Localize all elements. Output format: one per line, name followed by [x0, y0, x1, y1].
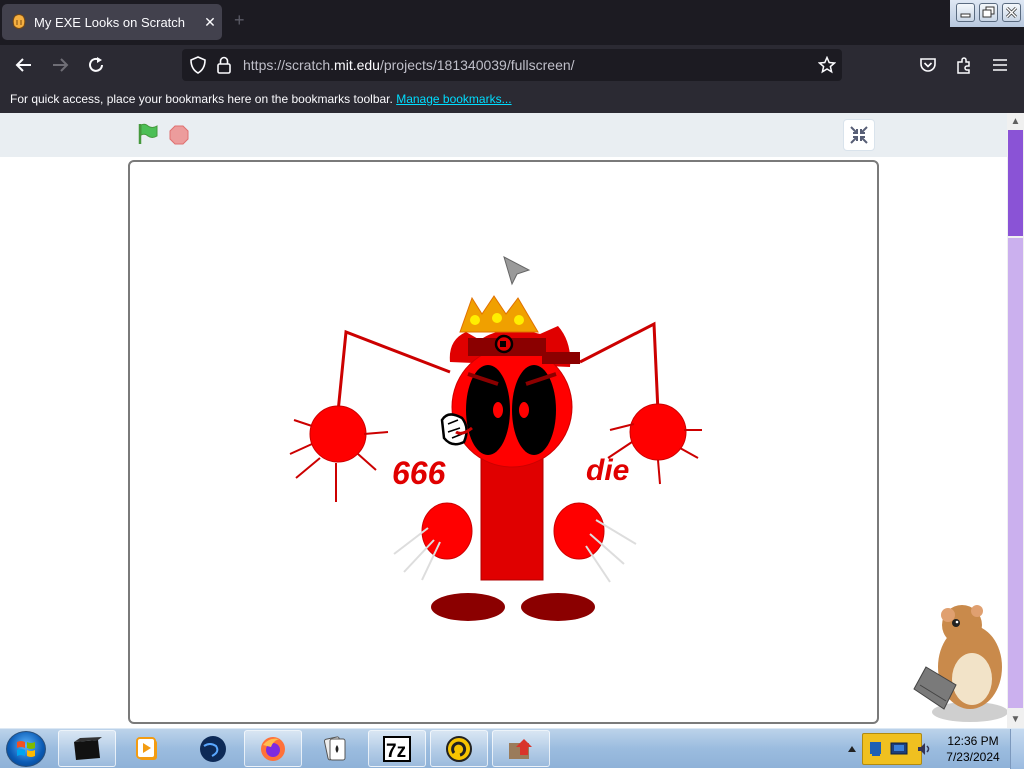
bookmark-star-icon[interactable] — [818, 56, 836, 74]
minimize-button[interactable] — [956, 3, 975, 22]
scratch-controls-bar — [0, 113, 1007, 157]
url-bar[interactable]: https://scratch.mit.edu/projects/1813400… — [182, 49, 842, 81]
media-player-icon — [136, 736, 157, 760]
clock-date: 7/23/2024 — [946, 750, 1000, 764]
firefox-icon — [261, 736, 285, 761]
scroll-down-arrow-icon[interactable]: ▼ — [1007, 711, 1024, 728]
left-foot — [431, 593, 505, 621]
svg-text:7z: 7z — [386, 741, 406, 762]
reload-button[interactable] — [84, 53, 108, 77]
start-button[interactable] — [6, 731, 46, 767]
tab-my-exe-looks[interactable]: My EXE Looks on Scratch ✕ — [2, 4, 222, 40]
exit-fullscreen-button[interactable] — [843, 119, 875, 151]
menu-button[interactable] — [988, 53, 1012, 77]
crown — [459, 295, 539, 333]
exit-fullscreen-icon — [850, 126, 868, 144]
pocket-button[interactable] — [916, 53, 940, 77]
close-window-icon — [1005, 6, 1018, 19]
show-desktop-button[interactable] — [1010, 729, 1024, 769]
network-icon[interactable] — [890, 741, 908, 757]
url-text: https://scratch.mit.edu/projects/1813400… — [243, 57, 575, 73]
bookmarks-toolbar: For quick access, place your bookmarks h… — [0, 85, 1024, 113]
taskbar-7zip[interactable]: 7z — [368, 730, 426, 767]
tab-strip: My EXE Looks on Scratch ✕ + — [0, 0, 1024, 45]
url-path: /projects/181340039/fullscreen/ — [379, 57, 575, 73]
green-flag-icon[interactable] — [137, 123, 159, 145]
manage-bookmarks-link[interactable]: Manage bookmarks... — [396, 92, 511, 106]
restore-button[interactable] — [979, 3, 998, 22]
installer-icon — [509, 738, 532, 759]
scratch-favicon-icon — [12, 14, 26, 29]
lucky-patcher-icon — [446, 735, 472, 762]
hamburger-menu-icon — [993, 59, 1007, 71]
stop-icon[interactable] — [169, 125, 189, 145]
taskbar-media-player[interactable] — [118, 730, 176, 767]
right-foot — [521, 593, 595, 621]
restore-icon — [982, 6, 995, 18]
scrollbar-track[interactable] — [1008, 238, 1023, 708]
tab-close-icon[interactable]: ✕ — [198, 14, 222, 31]
windows-logo-icon — [17, 741, 35, 757]
action-center-flag-icon[interactable] — [868, 741, 884, 757]
stage-text-666: 666 — [392, 455, 446, 491]
back-arrow-icon — [15, 58, 31, 72]
exe-character-artwork: 666 die — [289, 256, 702, 621]
url-domain: mit.edu — [334, 57, 380, 73]
taskbar-clock[interactable]: 12:36 PM 7/23/2024 — [938, 733, 1008, 765]
project-stage[interactable]: 666 die — [128, 160, 879, 724]
pocket-icon — [920, 58, 936, 72]
tab-title: My EXE Looks on Scratch — [34, 14, 186, 30]
forward-arrow-icon — [53, 58, 69, 72]
volume-icon[interactable] — [916, 741, 932, 757]
forward-button[interactable] — [48, 53, 72, 77]
globe-icon — [200, 735, 226, 762]
close-window-button[interactable] — [1002, 3, 1021, 22]
bookmarks-hint-text: For quick access, place your bookmarks h… — [10, 92, 393, 106]
taskbar-terminal[interactable] — [58, 730, 116, 767]
left-knee — [421, 502, 473, 560]
taskbar-globe[interactable] — [184, 730, 242, 767]
windows-taskbar: 7z 12:36 PM 7/23/2024 — [0, 728, 1024, 769]
terminal-icon — [74, 736, 102, 760]
stage-text-die: die — [586, 454, 629, 487]
page-scrollbar[interactable]: ▲ ▼ — [1007, 113, 1024, 728]
taskbar-installer[interactable] — [492, 730, 550, 767]
new-tab-button[interactable]: + — [234, 10, 245, 31]
hamster-desktop-pet[interactable] — [900, 597, 1007, 727]
minimize-icon — [960, 13, 971, 18]
cursor-sprite — [503, 256, 531, 286]
navigation-toolbar: https://scratch.mit.edu/projects/1813400… — [0, 45, 1024, 85]
taskbar-solitaire[interactable] — [306, 730, 364, 767]
extensions-button[interactable] — [952, 53, 976, 77]
seven-zip-icon: 7z — [383, 735, 411, 762]
lock-icon[interactable] — [216, 56, 232, 74]
puzzle-icon — [957, 57, 970, 74]
url-prefix: https://scratch. — [243, 57, 335, 73]
back-button[interactable] — [12, 53, 36, 77]
bookmarks-message: For quick access, place your bookmarks h… — [10, 92, 512, 106]
clock-time: 12:36 PM — [947, 734, 999, 748]
playing-cards-icon — [323, 735, 346, 760]
taskbar-firefox[interactable] — [244, 730, 302, 767]
taskbar-lucky-patcher[interactable] — [430, 730, 488, 767]
right-knee — [553, 502, 605, 560]
page-content: 666 die — [0, 113, 1007, 728]
reload-icon — [89, 57, 103, 72]
scrollbar-thumb[interactable] — [1008, 130, 1023, 236]
scroll-up-arrow-icon[interactable]: ▲ — [1007, 113, 1024, 130]
head — [449, 326, 580, 468]
system-tray — [848, 731, 938, 767]
left-hand — [289, 405, 389, 502]
show-hidden-icons-icon[interactable] — [848, 745, 856, 753]
shield-icon[interactable] — [189, 56, 207, 74]
